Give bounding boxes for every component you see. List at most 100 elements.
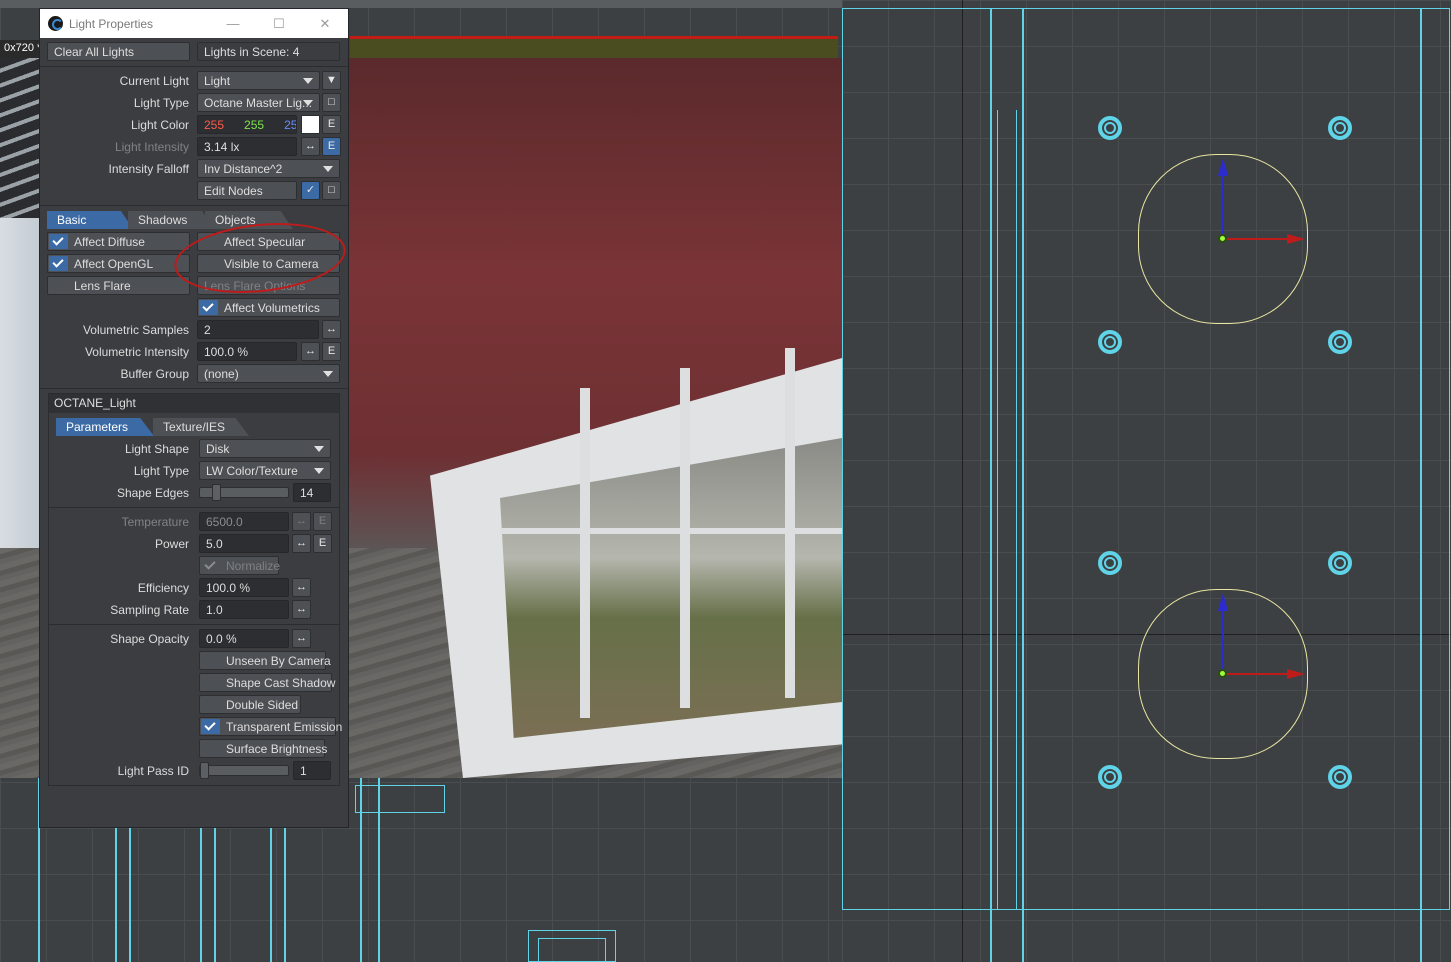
envelope-button[interactable]: E — [322, 115, 341, 134]
affect-diffuse-checkbox[interactable]: Affect Diffuse — [47, 232, 190, 251]
spotlight-icon[interactable] — [1328, 330, 1352, 354]
spotlight-icon[interactable] — [1098, 551, 1122, 575]
light-pivot[interactable] — [1218, 669, 1227, 678]
normalize-checkbox[interactable]: Normalize — [199, 556, 280, 575]
transparent-emission-label: Transparent Emission — [226, 720, 343, 734]
lens-flare-options-button[interactable]: Lens Flare Options — [197, 276, 340, 295]
drag-value-icon[interactable]: ↔ — [292, 534, 311, 553]
x-axis-handle[interactable] — [1223, 673, 1287, 675]
drag-value-icon[interactable]: ↔ — [292, 578, 311, 597]
tab-basic[interactable]: Basic — [47, 211, 133, 229]
close-icon[interactable]: ✕ — [302, 9, 348, 38]
y-axis-handle[interactable] — [1222, 610, 1224, 674]
checkbox-icon — [49, 256, 68, 271]
light-pass-id-field[interactable]: 1 — [293, 761, 331, 780]
shape-cast-shadow-label: Shape Cast Shadow — [226, 676, 336, 690]
unseen-by-camera-checkbox[interactable]: Unseen By Camera — [199, 651, 331, 670]
edit-nodes-button[interactable]: Edit Nodes — [197, 181, 297, 200]
light-color-field[interactable]: 255 255 255 — [197, 115, 297, 134]
buffer-group-select[interactable]: (none) — [197, 364, 340, 383]
transparent-emission-checkbox[interactable]: Transparent Emission — [199, 717, 342, 736]
volumetric-samples-label: Volumetric Samples — [82, 323, 189, 337]
power-field[interactable]: 5.0 — [199, 534, 289, 553]
y-arrow-icon[interactable] — [1218, 593, 1228, 611]
current-light-select[interactable]: Light — [197, 71, 320, 90]
light-pivot[interactable] — [1218, 234, 1227, 243]
tab-parameters[interactable]: Parameters — [56, 418, 154, 436]
x-axis-handle[interactable] — [1223, 238, 1287, 240]
color-blue-value[interactable]: 255 — [284, 118, 296, 132]
drag-value-icon[interactable]: ↔ — [292, 629, 311, 648]
current-light-dropdown-icon[interactable]: ▼ — [322, 71, 341, 90]
y-axis-handle[interactable] — [1222, 175, 1224, 239]
spotlight-icon[interactable] — [1328, 765, 1352, 789]
drag-value-icon[interactable]: ↔ — [322, 320, 341, 339]
slider-thumb[interactable] — [200, 762, 209, 779]
spotlight-icon[interactable] — [1328, 116, 1352, 140]
slider-thumb[interactable] — [212, 484, 221, 501]
light-color-swatch[interactable] — [301, 115, 320, 134]
tab-texture-ies[interactable]: Texture/IES — [153, 418, 249, 436]
affect-specular-checkbox[interactable]: Affect Specular — [197, 232, 340, 251]
double-sided-label: Double Sided — [226, 698, 299, 712]
visible-to-camera-checkbox[interactable]: Visible to Camera — [197, 254, 340, 273]
envelope-button[interactable]: E — [313, 512, 332, 531]
x-arrow-icon[interactable] — [1287, 669, 1305, 679]
temperature-label: Temperature — [121, 515, 189, 529]
lens-flare-checkbox[interactable]: Lens Flare — [47, 276, 190, 295]
buffer-group-label: Buffer Group — [120, 367, 189, 381]
shape-edges-field[interactable]: 14 — [293, 483, 331, 502]
affect-diffuse-label: Affect Diffuse — [74, 235, 145, 249]
envelope-button[interactable]: E — [322, 342, 341, 361]
nodes-enabled-checkbox[interactable]: ✓ — [301, 181, 320, 200]
drag-value-icon[interactable]: ↔ — [301, 342, 320, 361]
light-type-select[interactable]: Octane Master Lig... — [197, 93, 320, 112]
light-pass-id-label: Light Pass ID — [117, 764, 189, 778]
affect-opengl-checkbox[interactable]: Affect OpenGL — [47, 254, 190, 273]
shape-cast-shadow-checkbox[interactable]: Shape Cast Shadow — [199, 673, 336, 692]
window-titlebar[interactable]: Light Properties — ☐ ✕ — [40, 9, 348, 38]
y-arrow-icon[interactable] — [1218, 158, 1228, 176]
volumetric-intensity-field[interactable]: 100.0 % — [197, 342, 297, 361]
top-viewport[interactable] — [842, 0, 1451, 962]
color-green-value[interactable]: 255 — [244, 118, 264, 132]
affect-opengl-label: Affect OpenGL — [74, 257, 154, 271]
shape-opacity-field[interactable]: 0.0 % — [199, 629, 289, 648]
envelope-button[interactable]: E — [313, 534, 332, 553]
minimize-icon[interactable]: — — [210, 9, 256, 38]
drag-value-icon[interactable]: ↔ — [301, 137, 320, 156]
drag-value-icon[interactable]: ↔ — [292, 512, 311, 531]
tab-shadows[interactable]: Shadows — [128, 211, 214, 229]
envelope-button[interactable]: E — [322, 137, 341, 156]
sampling-rate-field[interactable]: 1.0 — [199, 600, 289, 619]
spotlight-icon[interactable] — [1098, 765, 1122, 789]
clipboard-icon[interactable]: □ — [322, 181, 341, 200]
efficiency-field[interactable]: 100.0 % — [199, 578, 289, 597]
surface-brightness-label: Surface Brightness — [226, 742, 328, 756]
shape-opacity-label: Shape Opacity — [110, 632, 189, 646]
intensity-falloff-label: Intensity Falloff — [108, 162, 189, 176]
clipboard-icon[interactable]: □ — [322, 93, 341, 112]
wire-fixture — [355, 785, 445, 813]
volumetric-samples-field[interactable]: 2 — [197, 320, 319, 339]
temperature-field[interactable]: 6500.0 — [199, 512, 289, 531]
light-shape-select[interactable]: Disk — [199, 439, 331, 458]
tab-objects[interactable]: Objects — [205, 211, 293, 229]
x-arrow-icon[interactable] — [1287, 234, 1305, 244]
spotlight-icon[interactable] — [1328, 551, 1352, 575]
light-intensity-field[interactable]: 3.14 lx — [197, 137, 297, 156]
affect-volumetrics-checkbox[interactable]: Affect Volumetrics — [197, 298, 340, 317]
double-sided-checkbox[interactable]: Double Sided — [199, 695, 301, 714]
light-pass-id-slider[interactable] — [199, 762, 289, 779]
surface-brightness-checkbox[interactable]: Surface Brightness — [199, 739, 328, 758]
maximize-icon[interactable]: ☐ — [256, 9, 302, 38]
spotlight-icon[interactable] — [1098, 330, 1122, 354]
color-red-value[interactable]: 255 — [204, 118, 224, 132]
spotlight-icon[interactable] — [1098, 116, 1122, 140]
shape-edges-slider[interactable] — [199, 484, 289, 501]
drag-value-icon[interactable]: ↔ — [292, 600, 311, 619]
right-wall-wire — [1420, 8, 1450, 962]
clear-all-lights-button[interactable]: Clear All Lights — [47, 42, 190, 61]
intensity-falloff-select[interactable]: Inv Distance^2 — [197, 159, 340, 178]
octane-light-type-select[interactable]: LW Color/Texture — [199, 461, 331, 480]
